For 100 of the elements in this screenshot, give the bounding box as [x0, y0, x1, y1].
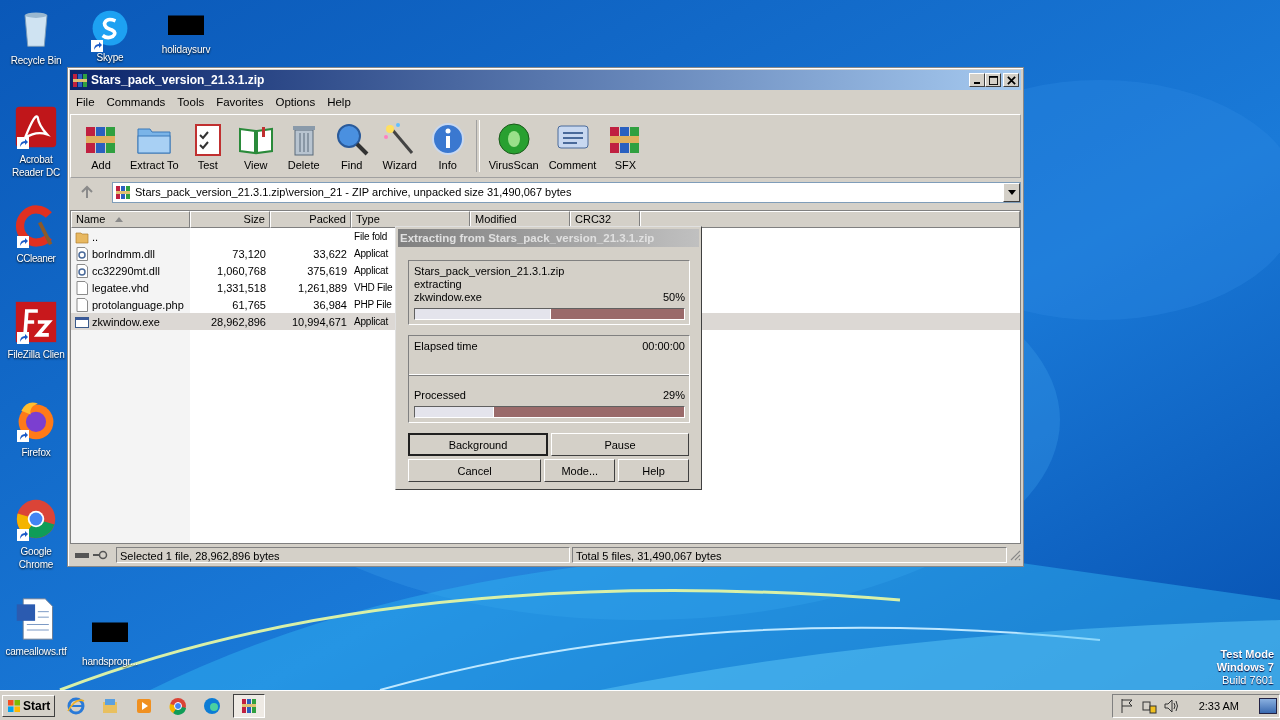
drive-key-icon — [74, 550, 110, 560]
status-text: Total 5 files, 31,490,067 bytes — [572, 547, 1007, 563]
toolbar-button[interactable]: View — [231, 121, 280, 171]
table-cell: 10,994,671 — [291, 315, 347, 328]
table-cell: 36,984 — [313, 298, 347, 311]
program-icon — [75, 314, 89, 329]
watermark-text: Build 7601 — [1222, 674, 1274, 687]
table-cell: 1,060,768 — [217, 264, 266, 277]
toolbar-button[interactable]: Info — [423, 121, 472, 171]
table-cell: Applicat — [354, 248, 388, 259]
table-cell: 28,962,896 — [210, 315, 266, 328]
column-header[interactable]: Size — [190, 211, 270, 228]
action-text: extracting — [414, 278, 463, 291]
address-field[interactable]: Stars_pack_version_21.3.1.zip\version_21 - ZIP archive, unpacked size 31,490,067 bytes — [112, 181, 1021, 203]
archive-books-icon — [72, 72, 88, 88]
file-name: zkwindow.exe — [414, 291, 482, 304]
resize-grip-icon[interactable] — [1009, 549, 1021, 561]
dialog-button[interactable]: Cancel — [408, 459, 542, 482]
file-name[interactable]: protolanguage.php — [92, 298, 184, 311]
close-button[interactable] — [1003, 73, 1019, 87]
status-text: Selected 1 file, 28,962,896 bytes — [116, 547, 570, 563]
file-name[interactable]: cc32290mt.dll — [92, 264, 160, 277]
window-title: Stars_pack_version_21.3.1.zip — [91, 73, 266, 87]
toolbar-button[interactable]: VirusScan — [483, 121, 544, 171]
desktop-icon-label[interactable]: CCleaner — [16, 252, 56, 265]
chrome-icon[interactable] — [14, 497, 58, 541]
media-icon — [135, 696, 154, 715]
file-name[interactable]: borlndmm.dll — [92, 247, 155, 260]
winrar-icon — [240, 696, 259, 715]
toolbar-button[interactable]: Add — [77, 121, 125, 171]
desktop-icon-label[interactable]: Google Chrome — [4, 545, 68, 571]
menu-item[interactable]: File — [70, 96, 101, 108]
menu-item[interactable]: Options — [269, 96, 322, 108]
toolbar-icon — [495, 121, 532, 157]
ie-icon — [67, 696, 86, 715]
file-name[interactable]: legatee.vhd — [92, 281, 149, 294]
elapsed-label: Elapsed time — [414, 340, 478, 354]
column-header[interactable]: Packed — [270, 211, 351, 228]
table-cell: 73,120 — [232, 247, 266, 260]
desktop-icon-label[interactable]: handsprogr... — [82, 655, 138, 668]
table-cell: 375,619 — [307, 264, 347, 277]
toolbar-button[interactable]: Test — [183, 121, 232, 171]
desktop-icon-label[interactable]: Recycle Bin — [10, 54, 62, 67]
file-icon — [75, 280, 89, 295]
table-cell: Applicat — [354, 265, 388, 276]
show-desktop-button[interactable] — [1259, 697, 1277, 714]
table-cell: 33,622 — [313, 247, 347, 260]
toolbar-button[interactable]: Comment — [543, 121, 602, 171]
dialog-button[interactable]: Pause — [551, 433, 689, 456]
clock[interactable]: 2:33 AM — [1198, 699, 1239, 712]
menu-item[interactable]: Help — [321, 96, 357, 108]
toolbar-button[interactable]: Extract To — [125, 121, 184, 171]
desktop-icon-label[interactable]: Firefox — [21, 446, 51, 459]
edge-icon — [203, 696, 222, 715]
table-cell: Applicat — [354, 316, 388, 327]
desktop-icon-label[interactable]: cameallows.rtf — [5, 645, 67, 658]
gear-file-icon — [75, 246, 89, 261]
file-icon — [75, 297, 89, 312]
explorer-icon — [101, 696, 120, 715]
table-cell: File fold — [354, 231, 388, 242]
gear-file-icon — [75, 263, 89, 278]
toolbar-button[interactable]: Wizard — [375, 121, 424, 171]
chrome-icon — [169, 696, 188, 715]
taskbar-button[interactable] — [233, 693, 266, 718]
menu-item[interactable]: Commands — [100, 96, 172, 108]
folder-icon — [75, 229, 89, 244]
watermark-text: Windows 7 — [1216, 661, 1274, 674]
windows-logo-icon — [7, 698, 21, 713]
maximize-icon — [988, 75, 998, 85]
toolbar-icon — [429, 121, 466, 157]
desktop-icon-label[interactable]: Skype — [96, 52, 124, 63]
dialog-button[interactable]: Background — [408, 433, 548, 456]
dialog-button[interactable]: Mode... — [544, 459, 616, 482]
archive-name: Stars_pack_version_21.3.1.zip — [414, 265, 566, 278]
minimize-icon — [974, 82, 980, 84]
menu-item[interactable]: Favorites — [210, 96, 270, 108]
table-cell: 1,261,889 — [298, 281, 347, 294]
percent-text: 29% — [662, 389, 685, 402]
maximize-button[interactable] — [985, 73, 1001, 87]
column-header[interactable]: Name — [71, 211, 190, 228]
flag-icon[interactable] — [1118, 697, 1135, 714]
toolbar-button[interactable]: Delete — [279, 121, 328, 171]
desktop-icon-label[interactable]: FileZilla Clien — [7, 348, 65, 361]
speaker-icon[interactable] — [1162, 697, 1179, 714]
minimize-button[interactable] — [969, 73, 985, 87]
toolbar-button[interactable]: SFX — [601, 121, 650, 171]
start-button[interactable]: Start — [2, 694, 56, 717]
archive-books-icon — [115, 184, 131, 200]
desktop-icon-label[interactable]: holidaysurv — [161, 44, 211, 55]
desktop-icon-label[interactable]: Acrobat Reader DC — [4, 153, 68, 179]
toolbar-button[interactable]: Find — [327, 121, 376, 171]
table-cell: 61,765 — [232, 298, 266, 311]
dropdown-button[interactable] — [1003, 182, 1020, 202]
dialog-button[interactable]: Help — [618, 459, 689, 482]
elapsed-time: 00:00:00 — [642, 340, 685, 354]
file-name[interactable]: zkwindow.exe — [92, 315, 160, 328]
percent-text: 50% — [662, 291, 685, 304]
file-name[interactable]: .. — [92, 230, 99, 243]
menu-item[interactable]: Tools — [171, 96, 211, 108]
table-cell: PHP File — [354, 299, 392, 310]
